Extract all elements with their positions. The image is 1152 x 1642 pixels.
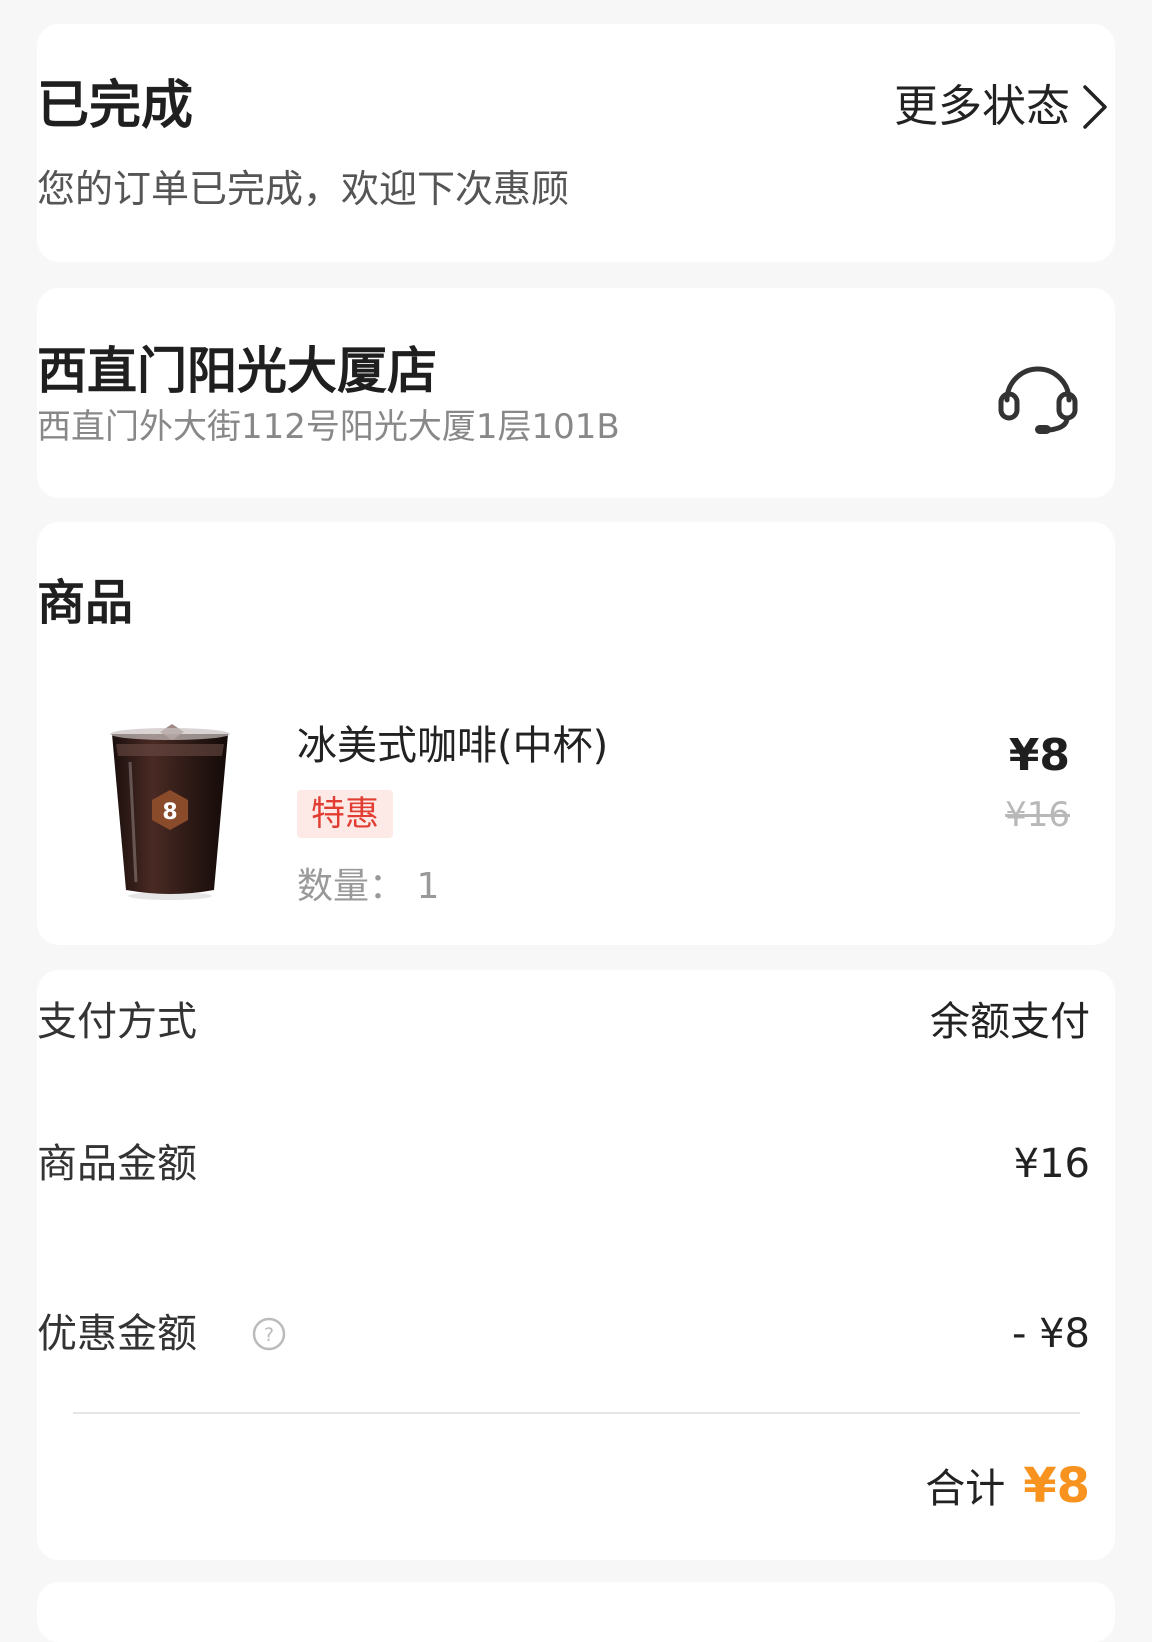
order-status-card bbox=[37, 24, 1115, 262]
products-section-title: 商品 bbox=[37, 575, 134, 631]
store-name: 西直门阳光大厦店 bbox=[37, 342, 437, 400]
product-price: ¥8 bbox=[1008, 730, 1070, 781]
order-total: 合计 ¥8 bbox=[925, 1460, 1090, 1513]
order-status-title: 已完成 bbox=[37, 76, 194, 136]
headset-icon[interactable] bbox=[997, 354, 1079, 436]
promo-badge: 特惠 bbox=[297, 790, 393, 838]
chevron-right-icon bbox=[1083, 85, 1107, 129]
store-address: 西直门外大街112号阳光大厦1层101B bbox=[37, 407, 620, 447]
product-original-price: ¥16 bbox=[1005, 795, 1070, 835]
total-value: ¥8 bbox=[1023, 1458, 1090, 1514]
goods-amount-label: 商品金额 bbox=[37, 1141, 197, 1187]
more-status-label: 更多状态 bbox=[894, 81, 1070, 132]
goods-amount-value: ¥16 bbox=[1013, 1141, 1090, 1187]
discount-amount-label: 优惠金额 bbox=[37, 1311, 197, 1357]
iced-coffee-image: 8 bbox=[110, 724, 230, 900]
total-label: 合计 bbox=[925, 1466, 1006, 1512]
svg-text:8: 8 bbox=[162, 800, 177, 825]
order-status-description: 您的订单已完成，欢迎下次惠顾 bbox=[37, 167, 570, 211]
summary-divider bbox=[73, 1412, 1080, 1414]
payment-method-value: 余额支付 bbox=[930, 999, 1090, 1045]
next-card bbox=[37, 1582, 1115, 1642]
product-name: 冰美式咖啡(中杯) bbox=[297, 723, 609, 769]
svg-text:?: ? bbox=[264, 1324, 274, 1346]
more-status-link[interactable]: 更多状态 bbox=[894, 82, 1110, 132]
question-circle-icon[interactable]: ? bbox=[252, 1317, 286, 1351]
payment-method-label: 支付方式 bbox=[37, 999, 197, 1045]
product-quantity: 数量： 1 bbox=[297, 866, 440, 907]
discount-amount-value: - ¥8 bbox=[1011, 1311, 1090, 1357]
